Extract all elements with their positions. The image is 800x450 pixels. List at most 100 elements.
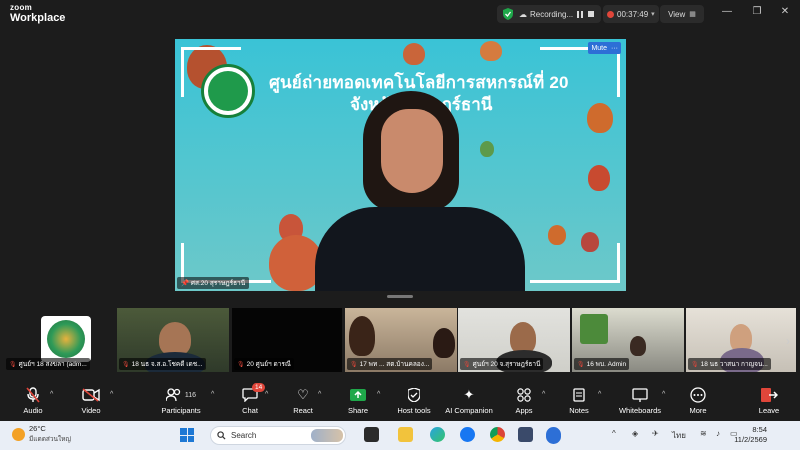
participant-name-tag: 🎙 17 พท ... สต.บ้านคลอง... (347, 358, 433, 370)
messenger-icon[interactable] (460, 427, 475, 442)
task-view-icon[interactable] (364, 427, 379, 442)
minimize-icon[interactable]: — (720, 6, 734, 17)
participant-tile[interactable]: 🎙 16 พบ. Admin (572, 308, 684, 372)
balloon-decoration (588, 165, 610, 191)
video-button[interactable]: Video (58, 386, 124, 415)
notes-button[interactable]: Notes (546, 386, 612, 415)
zoom-logo: zoom Workplace (10, 4, 65, 24)
apps-label: Apps (515, 406, 533, 415)
participant-name: 18 นธ วาสนา กาญจน... (700, 361, 768, 368)
sunny-weather-icon (12, 427, 25, 441)
participant-tile[interactable]: 🎙 20 ศูนย์ฯ ดารณี (232, 308, 342, 372)
chat-icon: 14 (242, 383, 266, 404)
balloon-decoration (587, 103, 613, 133)
video-off-icon (82, 386, 100, 404)
mute-label: Mute (591, 44, 607, 52)
participant-tile[interactable]: 🎙 18 นธ วาสนา กาญจน... › (686, 308, 796, 372)
participant-name-tag: 🎙 ศูนย์ฯ 18 สงขลา (adm... (6, 358, 90, 370)
react-label: React (293, 406, 313, 415)
taskbar-search[interactable]: Search (210, 426, 346, 445)
share-screen-icon (350, 386, 366, 404)
more-label: More (689, 406, 707, 415)
participants-button[interactable]: 116 Participants (148, 386, 214, 415)
pause-recording-icon[interactable] (577, 10, 584, 18)
store-icon[interactable] (518, 427, 533, 442)
speaker-face (381, 109, 443, 193)
tray-app-icon[interactable]: ◈ (632, 429, 638, 438)
participants-options-chevron-icon[interactable]: ^ (211, 391, 214, 398)
chevron-right-icon[interactable]: › (786, 334, 790, 348)
file-explorer-icon[interactable] (398, 427, 413, 442)
participant-tile[interactable]: 🎙 18 นธ จ.ส.อ.โชคดี เดช... (117, 308, 229, 372)
weather-description: มีแดดส่วนใหญ่ (29, 436, 71, 443)
heart-icon: ♡ (297, 387, 309, 402)
share-label: Share (347, 406, 368, 415)
chat-label: Chat (242, 406, 258, 415)
stop-recording-icon[interactable] (588, 11, 595, 17)
weather-widget[interactable]: 26°C มีแดดส่วนใหญ่ (12, 424, 71, 444)
apps-icon (517, 386, 531, 404)
mic-muted-icon: 🎙 (9, 361, 17, 368)
pin-icon: 📌 (181, 280, 190, 287)
wifi-icon[interactable]: ≋ (700, 429, 707, 438)
leave-icon (760, 386, 778, 404)
notes-options-chevron-icon[interactable]: ^ (598, 391, 601, 398)
participant-avatar (41, 316, 91, 362)
timer-text: 00:37:49 (617, 9, 649, 19)
system-clock[interactable]: 8:54 11/2/2569 (734, 425, 767, 445)
search-icon (217, 431, 226, 440)
audio-button[interactable]: Audio (0, 386, 66, 415)
windows-start-icon[interactable] (180, 428, 194, 442)
balloon-decoration (403, 43, 425, 65)
recording-indicator[interactable]: ☁ Recording... (497, 5, 601, 23)
title-bar: zoom Workplace ☁ Recording... 00:37:49 ▾… (0, 0, 800, 28)
chevron-up-icon[interactable]: ^ (612, 429, 616, 438)
meeting-timer[interactable]: 00:37:49 ▾ (603, 5, 659, 23)
ellipsis-icon[interactable]: ··· (611, 45, 618, 52)
record-dot-icon (607, 10, 614, 18)
chat-options-chevron-icon[interactable]: ^ (265, 391, 268, 398)
participant-tile[interactable]: 🎙 ศูนย์ฯ 18 สงขลา (adm... (4, 308, 114, 372)
active-speaker-video[interactable]: ศูนย์ถ่ายทอดเทคโนโลยีการสหกรณ์ที่ 20 จัง… (175, 39, 626, 291)
participants-icon: 116 (165, 386, 196, 404)
temperature: 26°C (29, 424, 46, 433)
tray-app-icon[interactable]: ✈ (652, 429, 659, 438)
language-indicator[interactable]: ไทย (672, 429, 686, 442)
participant-name: 16 พบ. Admin (586, 361, 627, 368)
windows-taskbar: 26°C มีแดดส่วนใหญ่ Search ^ ◈ ✈ ไทย ≋ ♪ … (0, 421, 800, 450)
apps-options-chevron-icon[interactable]: ^ (542, 391, 545, 398)
resize-handle[interactable] (387, 295, 413, 298)
more-button[interactable]: More (665, 386, 731, 415)
volume-icon[interactable]: ♪ (716, 429, 720, 438)
mute-button[interactable]: Mute ··· (588, 42, 621, 54)
share-options-chevron-icon[interactable]: ^ (377, 391, 380, 398)
participant-name: ศูนย์ฯ 20 จ.สุราษฎร์ธานี (472, 361, 541, 368)
edge-browser-icon[interactable] (430, 427, 445, 442)
participant-name-tag: 🎙 18 นธ วาสนา กาญจน... (688, 358, 771, 370)
search-highlight-image (311, 429, 343, 442)
close-icon[interactable]: ✕ (778, 6, 792, 17)
leave-button[interactable]: Leave (736, 386, 800, 415)
view-button[interactable]: View ▦ (660, 5, 704, 23)
video-options-chevron-icon[interactable]: ^ (110, 391, 113, 398)
encryption-shield-icon (503, 8, 513, 20)
cooperative-logo (201, 64, 255, 118)
react-options-chevron-icon[interactable]: ^ (318, 391, 321, 398)
balloon-decoration (480, 141, 494, 157)
participant-name: 18 นธ จ.ส.อ.โชคดี เดช... (131, 361, 203, 368)
mic-muted-icon: 🎙 (691, 361, 699, 368)
chrome-icon[interactable] (490, 427, 505, 442)
video-label: Video (81, 406, 101, 415)
brand-top: zoom (10, 3, 33, 12)
audio-options-chevron-icon[interactable]: ^ (50, 391, 53, 398)
participant-tile[interactable]: 🎙 ศูนย์ฯ 20 จ.สุราษฎร์ธานี (458, 308, 570, 372)
view-grid-icon: ▦ (689, 11, 696, 18)
zoom-app-icon[interactable] (546, 427, 561, 442)
shield-icon (408, 386, 420, 404)
notes-label: Notes (569, 406, 589, 415)
notes-icon (573, 386, 585, 404)
restore-icon[interactable]: ❐ (750, 6, 764, 17)
mic-muted-icon: 🎙 (122, 361, 130, 368)
participant-tile[interactable]: 🎙 17 พท ... สต.บ้านคลอง... (345, 308, 457, 372)
meeting-toolbar: Audio ^ Video ^ 116 Participants ^ 14 Ch… (0, 383, 800, 421)
